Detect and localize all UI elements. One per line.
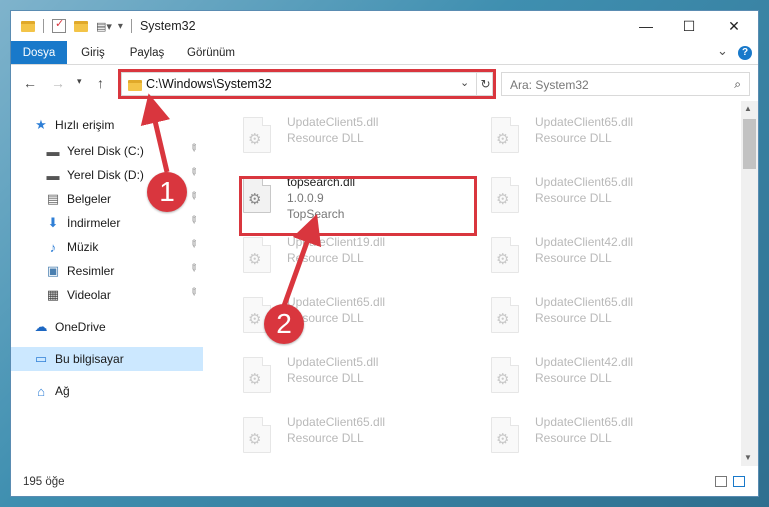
callout-arrows <box>140 93 322 307</box>
arrow-to-address-bar <box>140 93 171 173</box>
arrow-to-file <box>281 213 322 307</box>
step-1-badge: 1 <box>147 172 187 212</box>
step-2-badge: 2 <box>264 304 304 344</box>
